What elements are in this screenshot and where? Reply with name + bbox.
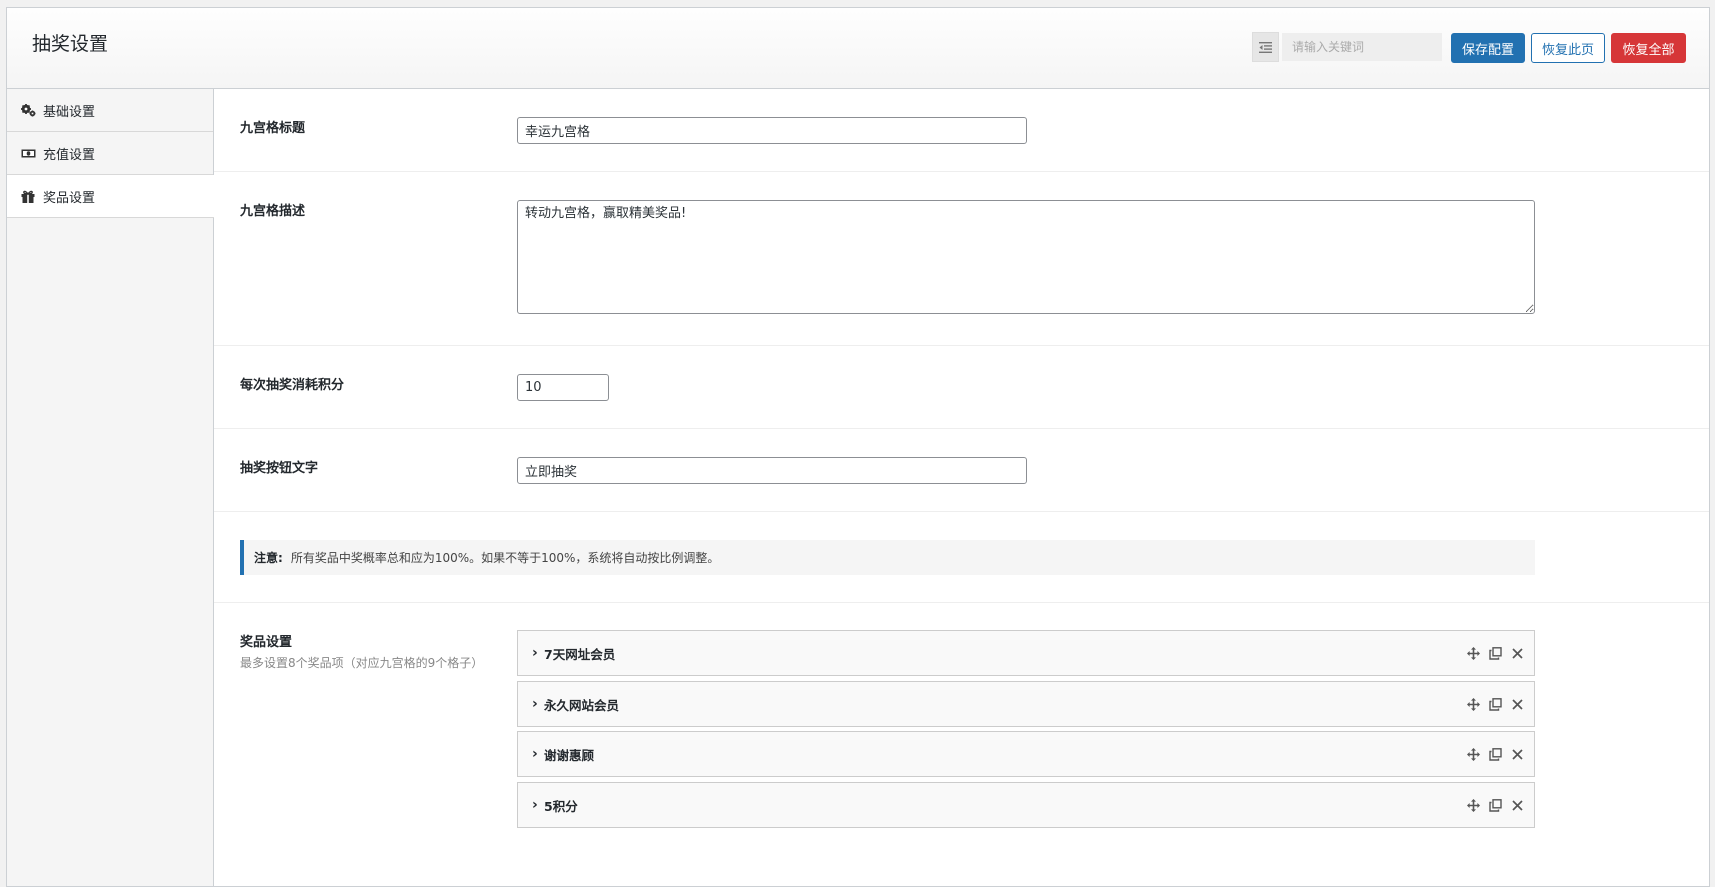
page-title: 抽奖设置 [32,33,109,55]
cost-points-input[interactable] [517,374,609,401]
field-label: 每次抽奖消耗积分 [240,378,345,393]
field-label: 抽奖按钮文字 [240,461,319,476]
button-text-input[interactable] [517,457,1027,484]
move-icon[interactable] [1467,747,1480,761]
prize-item-toggle[interactable]: › 永久网站会员 [532,682,619,726]
field-row-cost-points: 每次抽奖消耗积分 [214,346,1709,429]
grid-desc-textarea[interactable]: 转动九宫格，赢取精美奖品! [517,200,1535,314]
indent-icon [1259,41,1272,53]
prize-item-tools [1467,732,1524,776]
expand-all-button[interactable] [1252,32,1279,62]
close-icon[interactable] [1511,698,1524,711]
settings-panel: 抽奖设置 保存配置 恢复此页 恢复全部 [6,7,1710,887]
gift-icon [20,188,36,204]
prize-item-title: 7天网址会员 [544,646,616,662]
move-icon[interactable] [1467,798,1480,812]
field-row-grid-desc: 九宫格描述 转动九宫格，赢取精美奖品! [214,172,1709,346]
restore-page-button[interactable]: 恢复此页 [1531,33,1605,63]
prize-item-toggle[interactable]: › 5积分 [532,783,578,827]
prize-item-tools [1467,631,1524,675]
money-icon [20,145,36,161]
sidebar-item-prizes[interactable]: 奖品设置 [7,175,214,218]
cogs-icon [20,102,36,118]
prize-item: › 永久网站会员 [517,681,1535,727]
move-icon[interactable] [1467,646,1480,660]
prize-item: › 5积分 [517,782,1535,828]
sidebar-item-recharge[interactable]: 充值设置 [7,132,213,175]
notice-prefix: 注意: [254,551,283,565]
header-bar: 抽奖设置 保存配置 恢复此页 恢复全部 [7,8,1709,89]
duplicate-icon[interactable] [1489,697,1502,711]
prizes-sublabel: 最多设置8个奖品项（对应九宫格的9个格子） [240,656,484,670]
prize-item-tools [1467,682,1524,726]
sidebar-item-basic[interactable]: 基础设置 [7,89,213,132]
notice-text: 所有奖品中奖概率总和应为100%。如果不等于100%，系统将自动按比例调整。 [290,551,720,565]
restore-all-button[interactable]: 恢复全部 [1611,33,1686,63]
duplicate-icon[interactable] [1489,747,1502,761]
prizes-label: 奖品设置 [240,635,293,650]
main-content: 九宫格标题 九宫格描述 转动九宫格，赢取精美奖品! 每次抽奖消耗积分 抽奖按钮文… [214,89,1709,886]
move-icon[interactable] [1467,697,1480,711]
prize-item-tools [1467,783,1524,827]
save-config-button[interactable]: 保存配置 [1451,33,1525,63]
duplicate-icon[interactable] [1489,646,1502,660]
sidebar-item-label: 奖品设置 [43,190,96,206]
duplicate-icon[interactable] [1489,798,1502,812]
prize-item-toggle[interactable]: › 谢谢惠顾 [532,732,594,776]
search-input[interactable] [1282,33,1442,61]
sidebar-item-label: 充值设置 [43,147,96,163]
sidebar-item-label: 基础设置 [43,104,96,120]
chevron-right-icon: › [532,797,538,813]
field-row-grid-title: 九宫格标题 [214,89,1709,172]
field-label: 九宫格描述 [240,204,306,219]
chevron-right-icon: › [532,645,538,661]
field-row-button-text: 抽奖按钮文字 [214,429,1709,512]
prize-item: › 7天网址会员 [517,630,1535,676]
probability-notice: 注意: 所有奖品中奖概率总和应为100%。如果不等于100%，系统将自动按比例调… [240,540,1535,575]
sidebar-nav: 基础设置 充值设置 奖品设置 [7,89,214,886]
chevron-right-icon: › [532,696,538,712]
prize-item: › 谢谢惠顾 [517,731,1535,777]
prize-item-title: 永久网站会员 [544,697,620,713]
close-icon[interactable] [1511,799,1524,812]
prize-item-toggle[interactable]: › 7天网址会员 [532,631,615,675]
prize-item-title: 谢谢惠顾 [544,747,595,763]
field-label: 九宫格标题 [240,121,306,136]
grid-title-input[interactable] [517,117,1027,144]
prize-item-title: 5积分 [544,798,578,814]
chevron-right-icon: › [532,746,538,762]
close-icon[interactable] [1511,748,1524,761]
close-icon[interactable] [1511,647,1524,660]
